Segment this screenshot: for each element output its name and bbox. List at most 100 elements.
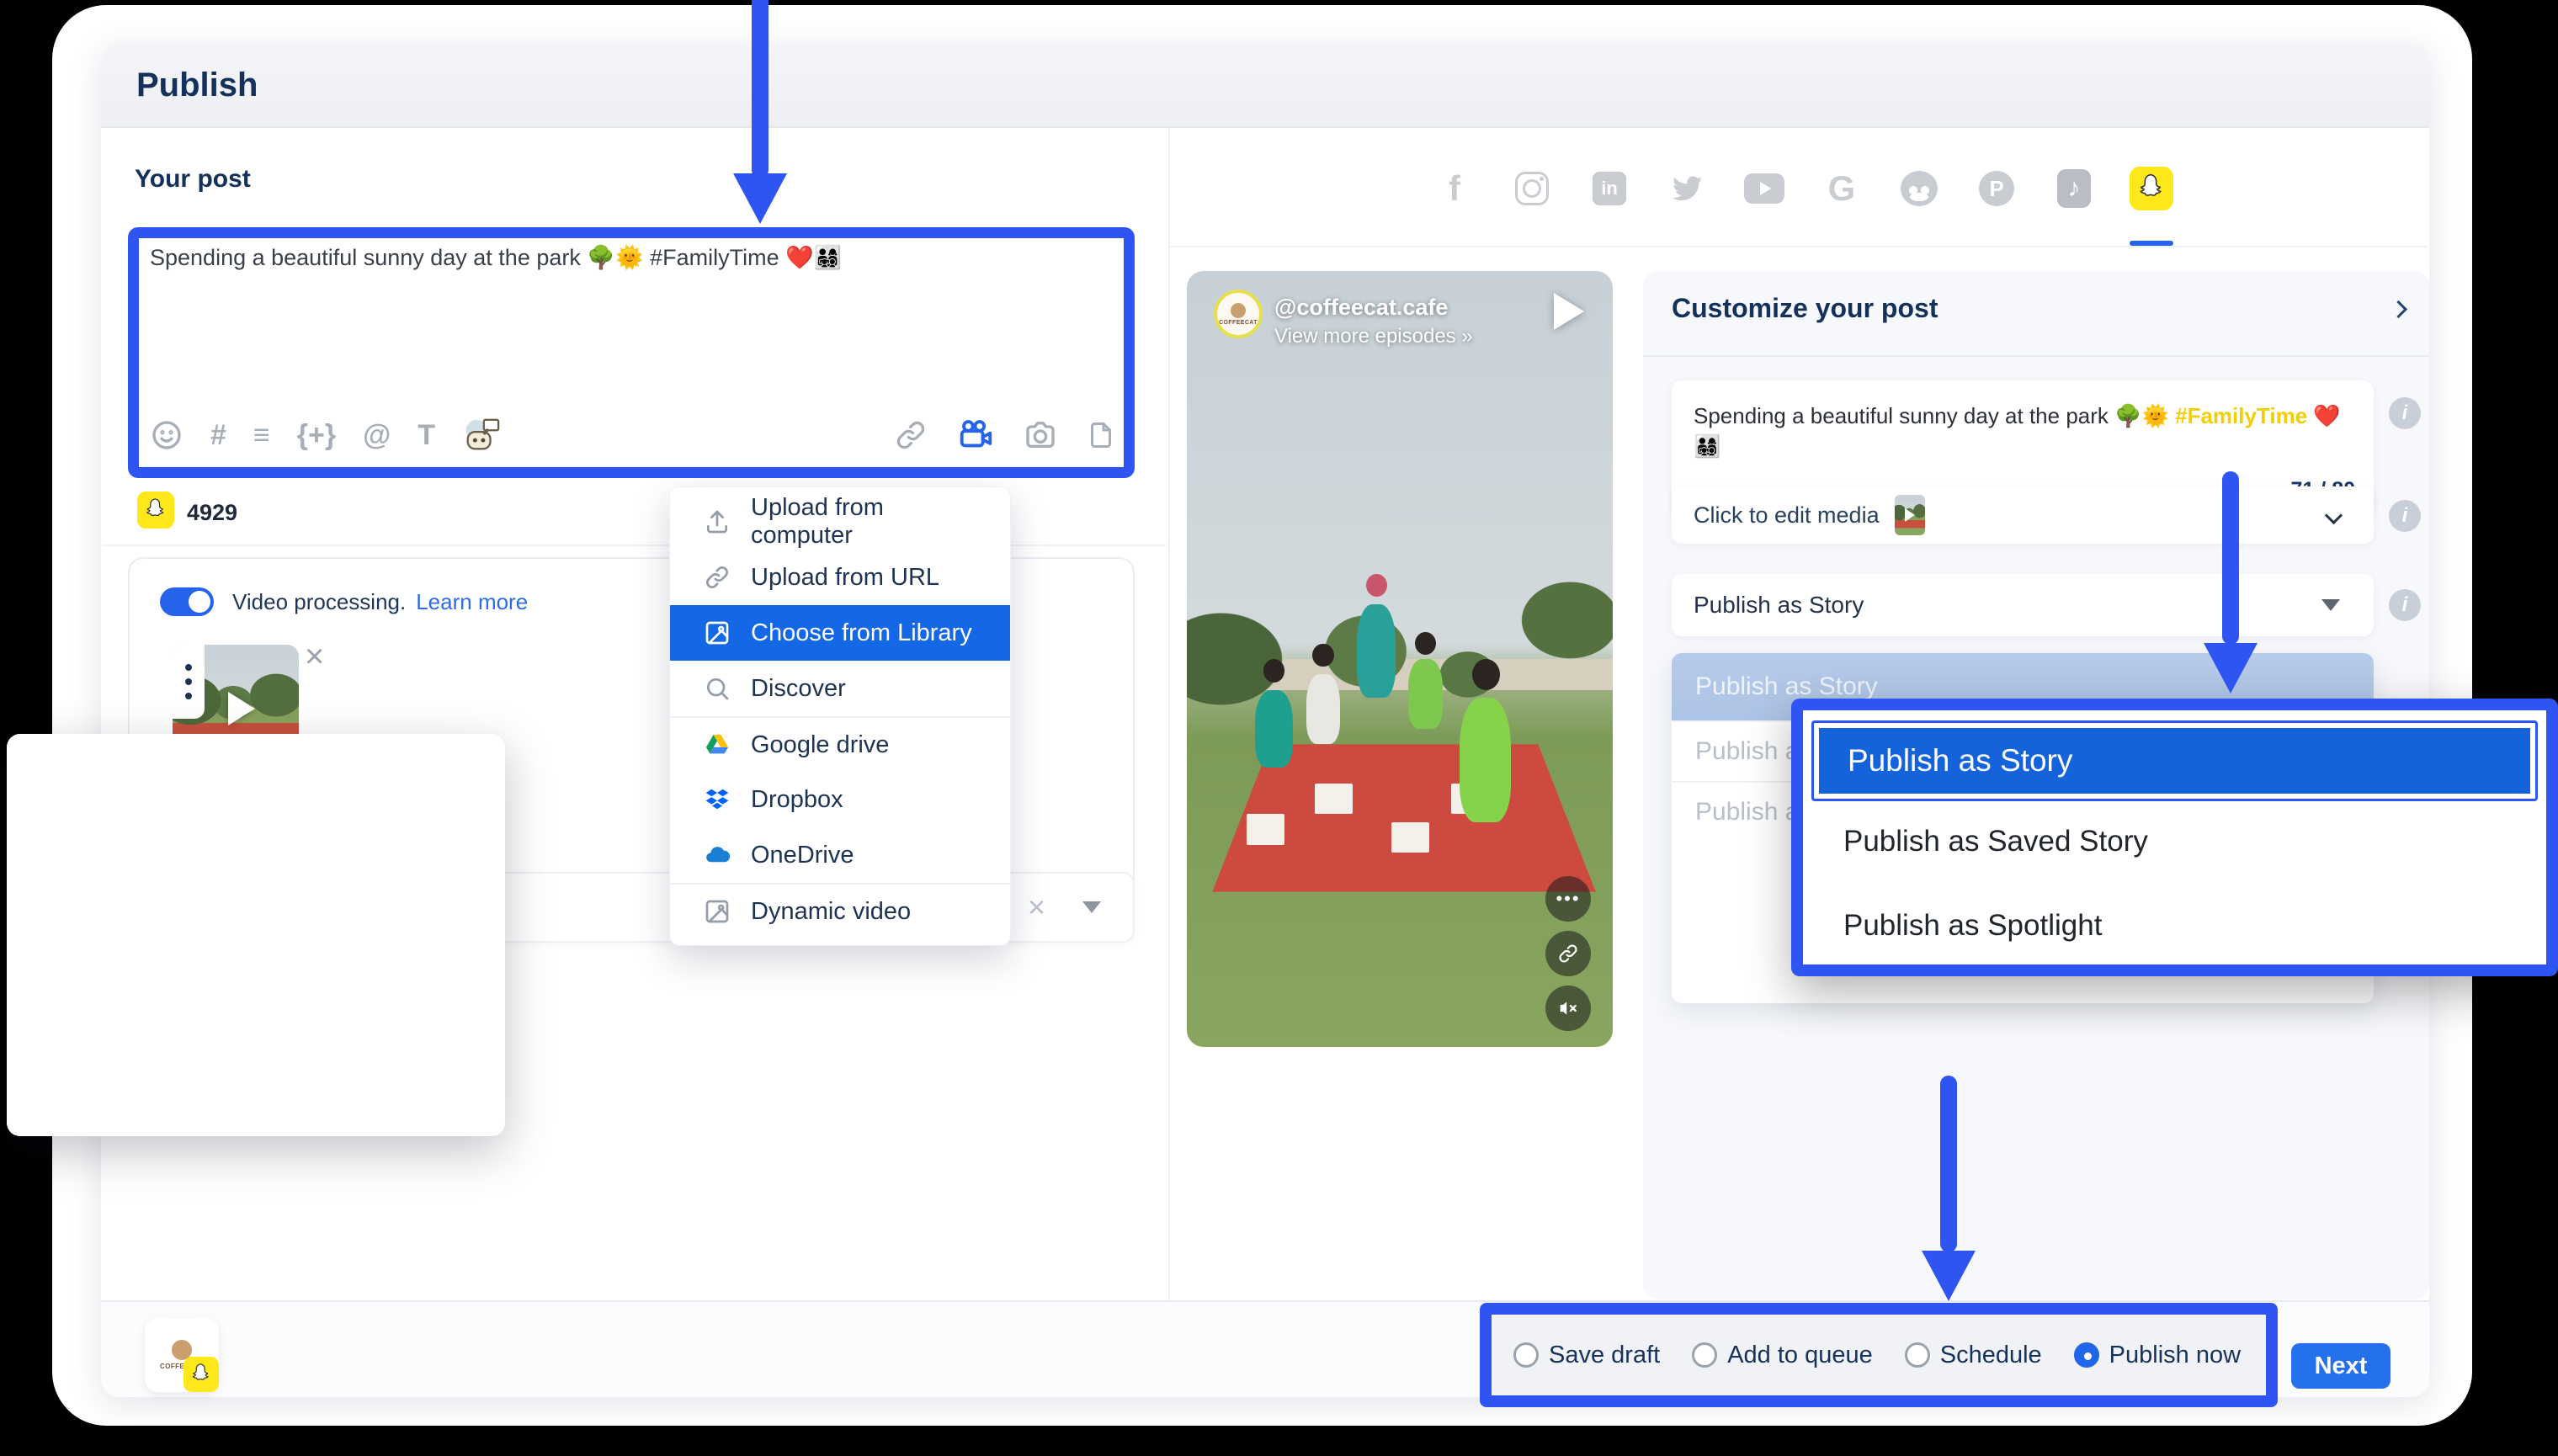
annotation-arrow-post: [752, 0, 768, 178]
more-options-button[interactable]: •••: [1545, 876, 1591, 922]
radio-circle[interactable]: [1513, 1342, 1539, 1368]
radio-circle-selected[interactable]: [2074, 1342, 2099, 1368]
radio-add-to-queue[interactable]: Add to queue: [1692, 1342, 1873, 1369]
link-icon: [704, 564, 731, 591]
youtube-icon[interactable]: [1742, 167, 1786, 210]
linkedin-icon[interactable]: in: [1587, 167, 1631, 210]
info-icon[interactable]: i: [2389, 589, 2421, 621]
instagram-icon[interactable]: [1510, 167, 1554, 210]
publish-options-highlight: Save draft Add to queue Schedule Publish…: [1480, 1303, 2278, 1407]
column-divider: [1168, 128, 1170, 1300]
customize-title: Customize your post: [1672, 293, 1938, 324]
snapchat-account-badge: [183, 1357, 219, 1392]
mention-icon[interactable]: @: [363, 419, 391, 452]
edit-media-row[interactable]: Click to edit media: [1672, 486, 2374, 544]
twitter-icon[interactable]: [1665, 167, 1709, 210]
publish-type-value: Publish as Story: [1694, 592, 1864, 619]
modal-header: Publish: [101, 44, 2429, 128]
facebook-icon[interactable]: f: [1433, 167, 1476, 210]
callout-option-saved-story[interactable]: Publish as Saved Story: [1843, 818, 2148, 865]
edit-media-label: Click to edit media: [1694, 502, 1880, 529]
video-upload-icon[interactable]: [956, 416, 995, 454]
active-tab-underline: [2130, 241, 2173, 246]
upload-source-menu: Upload from computer Upload from URL Cho…: [669, 486, 1011, 946]
select-caret-icon: [2321, 599, 2340, 611]
snapchat-ghost-icon: [142, 497, 169, 523]
remove-media-icon[interactable]: ×: [305, 638, 324, 676]
your-post-label: Your post: [135, 165, 251, 194]
camera-icon[interactable]: [1024, 418, 1057, 452]
editor-toolbar-left: # ≡ {+} @ T: [150, 416, 501, 454]
menu-item-dynamic-video[interactable]: Dynamic video: [670, 883, 1010, 938]
video-processing-label: Video processing.: [232, 589, 406, 615]
radio-publish-now[interactable]: Publish now: [2074, 1342, 2241, 1369]
radio-circle[interactable]: [1692, 1342, 1717, 1368]
story-preview: COFFEECAT @coffeecat.cafe View more epis…: [1187, 271, 1613, 1047]
menu-item-onedrive[interactable]: OneDrive: [670, 827, 1010, 883]
learn-more-link[interactable]: Learn more: [416, 589, 528, 615]
menu-item-google-drive[interactable]: Google drive: [670, 716, 1010, 772]
annotation-arrow-publish: [1940, 1076, 1957, 1252]
account-handle[interactable]: @coffeecat.cafe: [1274, 295, 1448, 321]
caption-text: Spending a beautiful sunny day at the pa…: [1694, 403, 2175, 428]
menu-item-upload-url[interactable]: Upload from URL: [670, 550, 1010, 605]
radio-circle[interactable]: [1905, 1342, 1930, 1368]
emoji-picker-icon[interactable]: [150, 418, 183, 452]
editor-toolbar-right: [894, 416, 1116, 454]
info-icon[interactable]: i: [2389, 500, 2421, 532]
page-background: Publish Your post Spending a beautiful s…: [0, 0, 2558, 1456]
pinterest-icon[interactable]: P: [1975, 167, 2018, 210]
menu-item-dropbox[interactable]: Dropbox: [670, 772, 1010, 827]
caption-hashtag: #FamilyTime: [2175, 403, 2307, 428]
ai-assistant-icon[interactable]: [462, 416, 501, 454]
link-icon[interactable]: [894, 418, 928, 452]
publish-type-select[interactable]: Publish as Story: [1672, 574, 2374, 636]
file-icon[interactable]: [1086, 420, 1116, 450]
annotation-arrow-dropdown: [2222, 471, 2239, 645]
upload-icon: [704, 508, 731, 535]
play-icon[interactable]: [1554, 293, 1584, 330]
reddit-icon[interactable]: [1897, 167, 1941, 210]
merge-tag-icon[interactable]: {+}: [297, 419, 336, 452]
publish-type-callout: Publish as Story Publish as Saved Story …: [1791, 699, 2558, 976]
info-icon[interactable]: i: [2389, 397, 2421, 429]
preview-person: [1460, 698, 1511, 822]
play-icon: [228, 692, 255, 725]
social-network-tabs: f in G P ♪: [1433, 167, 2173, 210]
image-icon: [704, 619, 731, 646]
chevron-down-icon[interactable]: [2325, 506, 2343, 523]
radio-save-draft[interactable]: Save draft: [1513, 1342, 1660, 1369]
post-editor-text[interactable]: Spending a beautiful sunny day at the pa…: [150, 244, 1101, 271]
video-processing-toggle[interactable]: [160, 587, 214, 616]
mute-button[interactable]: [1545, 986, 1591, 1031]
annotation-arrowhead-publish: [1922, 1251, 1976, 1301]
menu-item-upload-computer[interactable]: Upload from computer: [670, 494, 1010, 550]
drag-handle-icon[interactable]: [173, 645, 205, 719]
menu-item-choose-library[interactable]: Choose from Library: [670, 605, 1010, 661]
saved-captions-icon[interactable]: ≡: [253, 419, 270, 452]
link-button[interactable]: [1545, 931, 1591, 976]
tiktok-icon[interactable]: ♪: [2052, 167, 2096, 210]
callout-option-story-selected[interactable]: Publish as Story: [1811, 720, 2538, 801]
menu-item-discover[interactable]: Discover: [670, 661, 1010, 716]
text-format-icon[interactable]: T: [417, 419, 435, 452]
clear-icon[interactable]: ×: [1028, 890, 1045, 925]
expand-caret-icon[interactable]: [1082, 901, 1101, 913]
social-row-divider: [1170, 246, 2428, 247]
media-mini-thumbnail: [1895, 495, 1925, 535]
callout-option-spotlight[interactable]: Publish as Spotlight: [1843, 902, 2102, 949]
alt-text-modal: [7, 734, 505, 1136]
snapchat-count-badge: [137, 492, 174, 529]
view-more-episodes-link[interactable]: View more episodes »: [1274, 325, 1473, 348]
hashtag-icon[interactable]: #: [210, 419, 226, 452]
image-icon: [704, 898, 731, 925]
next-button[interactable]: Next: [2291, 1343, 2390, 1389]
annotation-arrowhead-dropdown: [2204, 643, 2258, 693]
radio-schedule[interactable]: Schedule: [1905, 1342, 2042, 1369]
avatar[interactable]: COFFEECAT: [1214, 290, 1263, 338]
preview-person: [1255, 690, 1294, 768]
page-title: Publish: [136, 66, 258, 104]
character-limit-count: 4929: [187, 500, 237, 526]
google-icon[interactable]: G: [1820, 167, 1864, 210]
snapchat-icon-active[interactable]: [2130, 167, 2173, 210]
